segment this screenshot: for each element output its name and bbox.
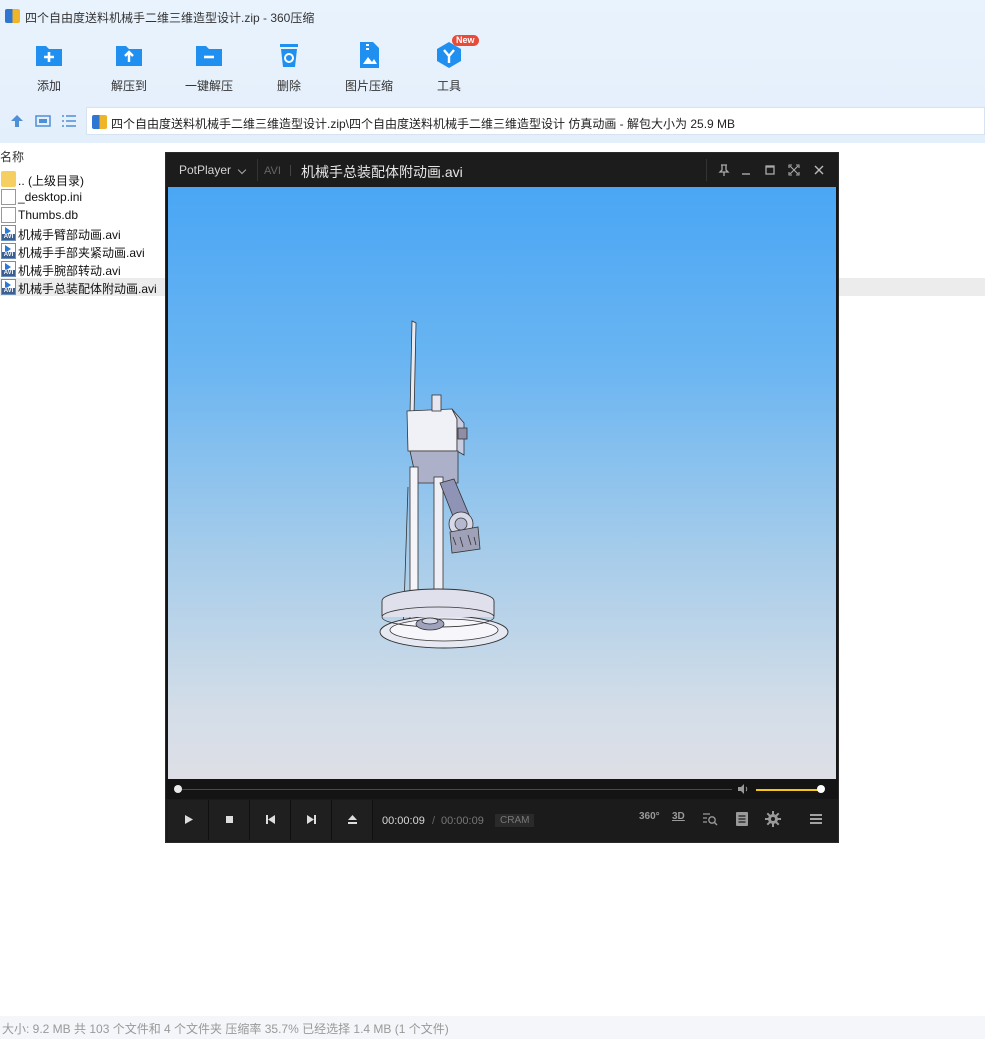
address-row: 四个自由度送料机械手二维三维造型设计.zip\四个自由度送料机械手二维三维造型设… — [0, 107, 985, 135]
next-button[interactable] — [291, 800, 332, 840]
file-name: 机械手腕部转动.avi — [18, 264, 121, 278]
avi-file-icon — [1, 279, 16, 295]
play-button[interactable] — [168, 800, 209, 840]
zip-archive-icon — [5, 9, 20, 23]
add-button[interactable]: 添加 — [9, 36, 89, 94]
main-toolbar: 添加 解压到 一键解压 删除 图片压缩 New 工具 — [0, 35, 985, 98]
delete-button[interactable]: 删除 — [249, 36, 329, 94]
delete-icon — [274, 40, 304, 70]
search-icon[interactable] — [702, 811, 718, 827]
column-header-name[interactable]: 名称 — [0, 148, 24, 165]
list-view-icon[interactable] — [61, 113, 77, 129]
header-area: 四个自由度送料机械手二维三维造型设计.zip - 360压缩 添加 解压到 一键… — [0, 0, 985, 143]
divider — [706, 159, 707, 181]
address-bar[interactable]: 四个自由度送料机械手二维三维造型设计.zip\四个自由度送料机械手二维三维造型设… — [86, 107, 985, 135]
play-icon — [185, 815, 193, 824]
zip-archive-icon — [92, 115, 107, 129]
avi-file-icon — [1, 243, 16, 259]
total-time: 00:00:09 — [441, 815, 484, 827]
delete-label: 删除 — [276, 79, 301, 93]
gear-icon[interactable] — [765, 811, 781, 827]
extract-to-icon — [114, 40, 144, 70]
seek-bar[interactable] — [178, 789, 732, 790]
playlist-icon[interactable] — [735, 811, 749, 827]
tools-button[interactable]: New 工具 — [409, 35, 489, 94]
one-click-extract-icon — [194, 40, 224, 70]
title-bar: 四个自由度送料机械手二维三维造型设计.zip - 360压缩 — [0, 0, 985, 32]
stop-button[interactable] — [209, 800, 250, 840]
status-bar: 大小: 9.2 MB 共 103 个文件和 4 个文件夹 压缩率 35.7% 已… — [0, 1016, 985, 1039]
format-label: AVI — [264, 165, 281, 177]
divider — [257, 159, 258, 181]
robot-arm-frame — [379, 320, 509, 649]
file-name: 机械手臂部动画.avi — [18, 228, 121, 242]
avi-file-icon — [1, 261, 16, 277]
file-name: 机械手手部夹紧动画.avi — [18, 246, 145, 260]
minimize-icon[interactable] — [738, 162, 754, 178]
close-icon[interactable] — [811, 162, 827, 178]
divider — [290, 165, 291, 176]
previous-button[interactable] — [250, 800, 291, 840]
player-title-bar: PotPlayer AVI 机械手总装配体附动画.avi — [166, 153, 838, 187]
seek-row — [166, 779, 838, 799]
file-name: _desktop.ini — [18, 190, 83, 204]
window-title: 四个自由度送料机械手二维三维造型设计.zip - 360压缩 — [25, 11, 315, 25]
tools-label: 工具 — [436, 79, 461, 93]
add-icon — [34, 40, 64, 70]
menu-icon[interactable] — [809, 811, 823, 827]
volume-handle[interactable] — [816, 785, 825, 793]
file-icon — [1, 207, 16, 223]
file-name: .. (上级目录) — [18, 174, 84, 188]
video-title: 机械手总装配体附动画.avi — [301, 164, 463, 180]
folder-icon — [1, 171, 16, 187]
file-name: Thumbs.db — [18, 208, 79, 222]
extract-to-label: 解压到 — [110, 79, 147, 93]
control-bar: 00:00:09 / 00:00:09 CRAM 360° 3D — [166, 799, 838, 842]
tools-icon: New — [434, 35, 479, 70]
fullscreen-icon[interactable] — [786, 162, 802, 178]
volume-icon[interactable] — [737, 784, 749, 794]
volume-slider[interactable] — [756, 789, 821, 791]
settings-file-icon — [1, 189, 16, 205]
vr-360-button[interactable]: 360° — [639, 811, 660, 827]
archive-app: 四个自由度送料机械手二维三维造型设计.zip - 360压缩 添加 解压到 一键… — [0, 0, 985, 1039]
one-click-extract-button[interactable]: 一键解压 — [169, 36, 249, 94]
avi-file-icon — [1, 225, 16, 241]
current-time: 00:00:09 — [382, 815, 425, 827]
image-compress-button[interactable]: 图片压缩 — [329, 36, 409, 94]
up-arrow-icon[interactable] — [9, 113, 25, 129]
thumbnail-view-icon[interactable] — [35, 113, 51, 129]
image-compress-icon — [354, 40, 384, 70]
one-click-extract-label: 一键解压 — [184, 79, 233, 93]
stop-icon — [226, 816, 233, 823]
chevron-down-icon — [237, 165, 247, 175]
codec-badge[interactable]: CRAM — [495, 814, 535, 827]
pin-icon[interactable] — [716, 162, 732, 178]
eject-icon — [348, 815, 357, 824]
potplayer-window: PotPlayer AVI 机械手总装配体附动画.avi 00:00:09 / … — [165, 152, 839, 843]
3d-button[interactable]: 3D — [672, 811, 685, 827]
eject-button[interactable] — [332, 800, 373, 840]
potplayer-menu-button[interactable]: PotPlayer — [179, 163, 231, 177]
add-label: 添加 — [36, 79, 61, 93]
maximize-icon[interactable] — [762, 162, 778, 178]
status-text: 大小: 9.2 MB 共 103 个文件和 4 个文件夹 压缩率 35.7% 已… — [2, 1022, 449, 1036]
new-badge: New — [452, 35, 479, 46]
seek-handle[interactable] — [174, 785, 182, 793]
previous-icon — [266, 815, 275, 824]
next-icon — [307, 815, 316, 824]
file-name: 机械手总装配体附动画.avi — [18, 282, 157, 296]
time-separator: / — [432, 815, 436, 827]
address-path: 四个自由度送料机械手二维三维造型设计.zip\四个自由度送料机械手二维三维造型设… — [111, 117, 736, 131]
extract-to-button[interactable]: 解压到 — [89, 36, 169, 94]
image-compress-label: 图片压缩 — [344, 79, 393, 93]
video-area[interactable] — [168, 187, 836, 779]
